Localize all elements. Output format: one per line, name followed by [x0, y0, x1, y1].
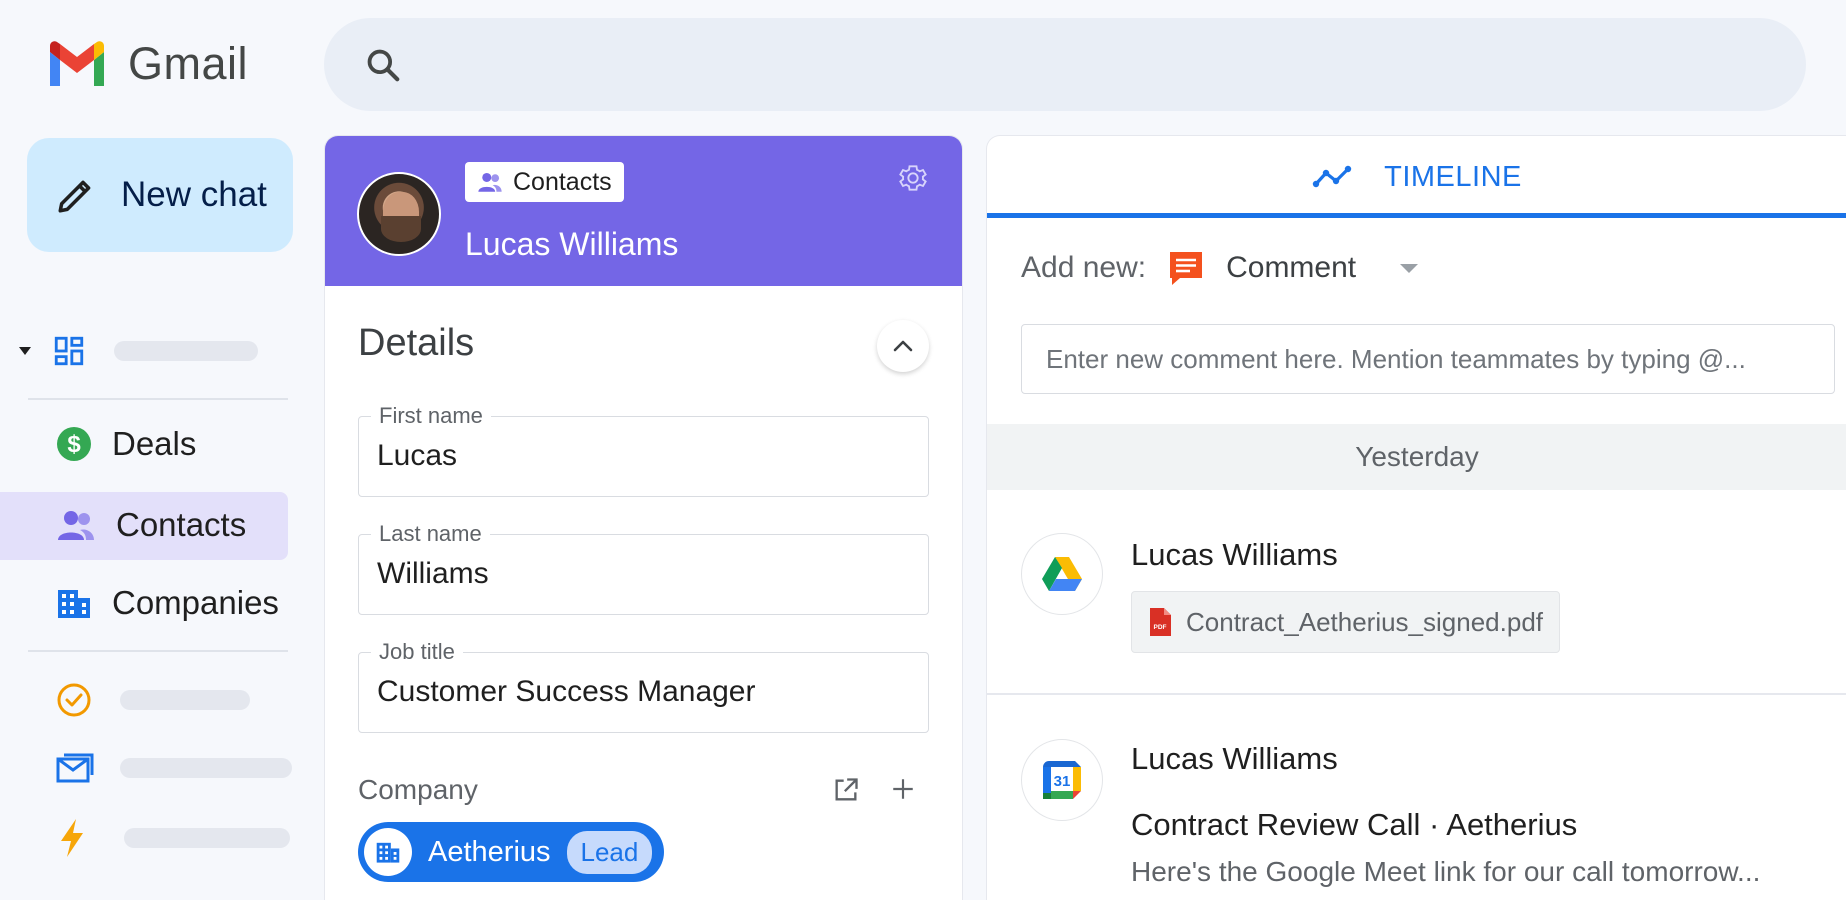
- field-value: Customer Success Manager: [377, 675, 756, 708]
- avatar-beard: [381, 216, 421, 242]
- field-value: Williams: [377, 557, 489, 590]
- chevron-up-icon: [893, 340, 913, 352]
- tab-timeline[interactable]: TIMELINE: [987, 136, 1846, 218]
- gmail-m-icon: [50, 41, 104, 86]
- google-drive-icon: [1021, 533, 1103, 615]
- entry-author: Lucas Williams: [1131, 741, 1338, 776]
- tab-indicator: [987, 213, 1846, 218]
- company-label: Company: [358, 774, 478, 805]
- gmail-logo[interactable]: Gmail: [46, 38, 248, 90]
- add-new-type: Comment: [1226, 251, 1357, 284]
- calendar-day: 31: [1054, 773, 1071, 790]
- comment-input[interactable]: Enter new comment here. Mention teammate…: [1021, 324, 1835, 394]
- nav-divider: [28, 398, 288, 400]
- contacts-chip[interactable]: Contacts: [465, 162, 624, 202]
- add-new-label: Add new:: [1021, 251, 1147, 284]
- pdf-icon: PDF: [1150, 608, 1171, 636]
- building-icon: [58, 590, 90, 618]
- sidebar-item-label: Companies: [112, 584, 279, 621]
- search-icon[interactable]: [364, 46, 402, 89]
- lightning-icon: [61, 819, 83, 857]
- search-bar[interactable]: [324, 18, 1806, 111]
- timeline-panel: TIMELINE Add new: Comment Enter new comm…: [986, 135, 1846, 900]
- building-icon: [364, 828, 412, 876]
- attachment-chip[interactable]: PDF Contract_Aetherius_signed.pdf: [1131, 591, 1561, 653]
- comment-icon: [1170, 252, 1203, 285]
- dropdown-caret-icon: [1400, 263, 1419, 273]
- automation-nav-item[interactable]: [58, 818, 290, 858]
- check-circle-icon: [57, 683, 91, 717]
- collapse-button[interactable]: [877, 320, 929, 372]
- day-separator: Yesterday: [987, 424, 1846, 490]
- field-label: First name: [371, 403, 491, 429]
- dashboard-placeholder: [114, 341, 258, 361]
- open-external-icon[interactable]: [832, 776, 860, 809]
- entry-divider: [987, 693, 1846, 695]
- sidebar-item-deals[interactable]: $ Deals: [56, 425, 196, 463]
- first-name-field[interactable]: First name Lucas: [358, 403, 929, 497]
- mail-icon: [56, 753, 94, 783]
- automation-placeholder: [124, 828, 290, 848]
- contact-name: Lucas Williams: [465, 226, 679, 262]
- new-chat-label: New chat: [121, 175, 267, 214]
- sidebar-item-companies[interactable]: Companies: [56, 584, 279, 622]
- dashboard-icon: [54, 336, 84, 366]
- status-badge: Lead: [566, 830, 653, 874]
- details-title: Details: [358, 322, 475, 364]
- add-new-type-select[interactable]: Comment: [1166, 248, 1419, 288]
- contacts-icon: [478, 172, 502, 192]
- contact-panel: Contacts Lucas Williams Details First na…: [324, 135, 963, 900]
- tasks-placeholder: [120, 690, 250, 710]
- attachment-name: Contract_Aetherius_signed.pdf: [1186, 606, 1544, 637]
- sidebar-item-label: Contacts: [116, 506, 247, 543]
- last-name-field[interactable]: Last name Williams: [358, 521, 929, 615]
- svg-text:$: $: [67, 431, 81, 458]
- app-name: Gmail: [128, 38, 249, 89]
- add-icon[interactable]: [890, 776, 916, 807]
- nav-divider: [28, 650, 288, 652]
- contact-header: Contacts Lucas Williams: [325, 136, 962, 286]
- company-chip[interactable]: Aetherius Lead: [358, 822, 665, 882]
- add-new-row: Add new: Comment: [1021, 248, 1419, 288]
- email-placeholder: [120, 758, 292, 778]
- tasks-nav-item[interactable]: [56, 682, 250, 718]
- event-description: Here's the Google Meet link for our call…: [1131, 856, 1761, 887]
- svg-text:PDF: PDF: [1154, 624, 1167, 631]
- entry-author: Lucas Williams: [1131, 537, 1338, 572]
- gear-icon[interactable]: [897, 162, 929, 199]
- field-label: Job title: [371, 639, 463, 665]
- job-title-field[interactable]: Job title Customer Success Manager: [358, 639, 929, 733]
- avatar[interactable]: [357, 172, 441, 256]
- dashboard-nav-item[interactable]: [18, 334, 258, 368]
- sidebar-item-label: Deals: [112, 425, 197, 462]
- timeline-icon: [1312, 165, 1352, 188]
- pencil-icon: [58, 180, 91, 213]
- email-nav-item[interactable]: [56, 751, 292, 785]
- google-calendar-icon: 31: [1021, 739, 1103, 821]
- tab-label: TIMELINE: [1384, 160, 1522, 193]
- dollar-icon: $: [57, 427, 91, 461]
- company-name: Aetherius: [428, 835, 551, 868]
- field-value: Lucas: [377, 439, 458, 472]
- contacts-icon: [58, 511, 94, 540]
- sidebar-item-contacts[interactable]: Contacts: [56, 506, 246, 544]
- contacts-chip-label: Contacts: [513, 167, 612, 196]
- new-chat-button[interactable]: New chat: [27, 138, 293, 252]
- event-title[interactable]: Contract Review Call · Aetherius: [1131, 807, 1577, 843]
- caret-down-icon[interactable]: [18, 346, 32, 356]
- field-label: Last name: [371, 521, 490, 547]
